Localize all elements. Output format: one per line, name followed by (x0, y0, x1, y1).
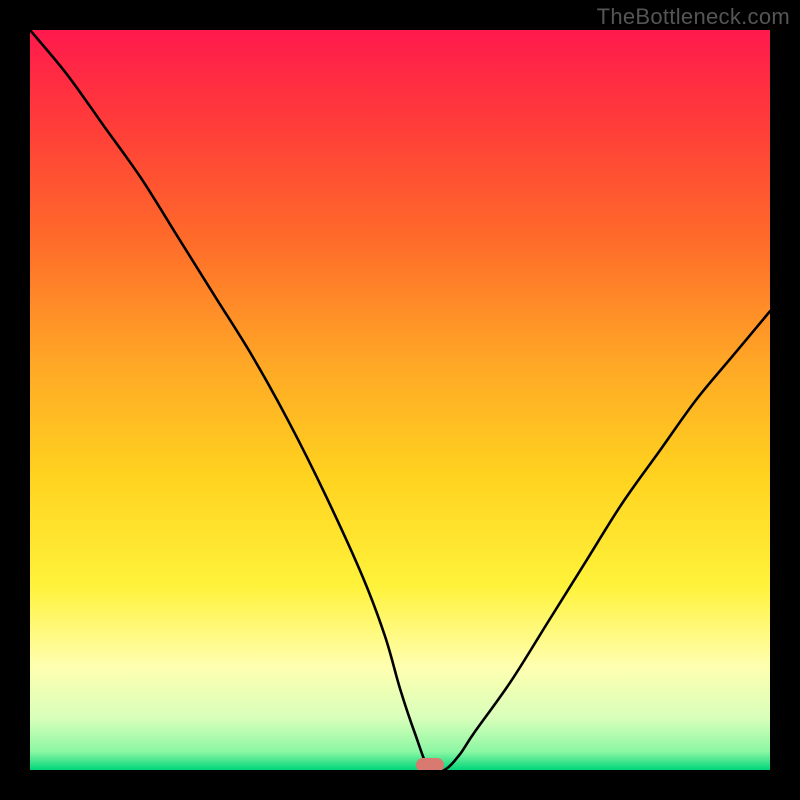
watermark-label: TheBottleneck.com (597, 4, 790, 30)
chart-frame: TheBottleneck.com (0, 0, 800, 800)
optimal-point-marker (416, 758, 444, 770)
bottleneck-curve (30, 30, 770, 770)
plot-area (30, 30, 770, 770)
